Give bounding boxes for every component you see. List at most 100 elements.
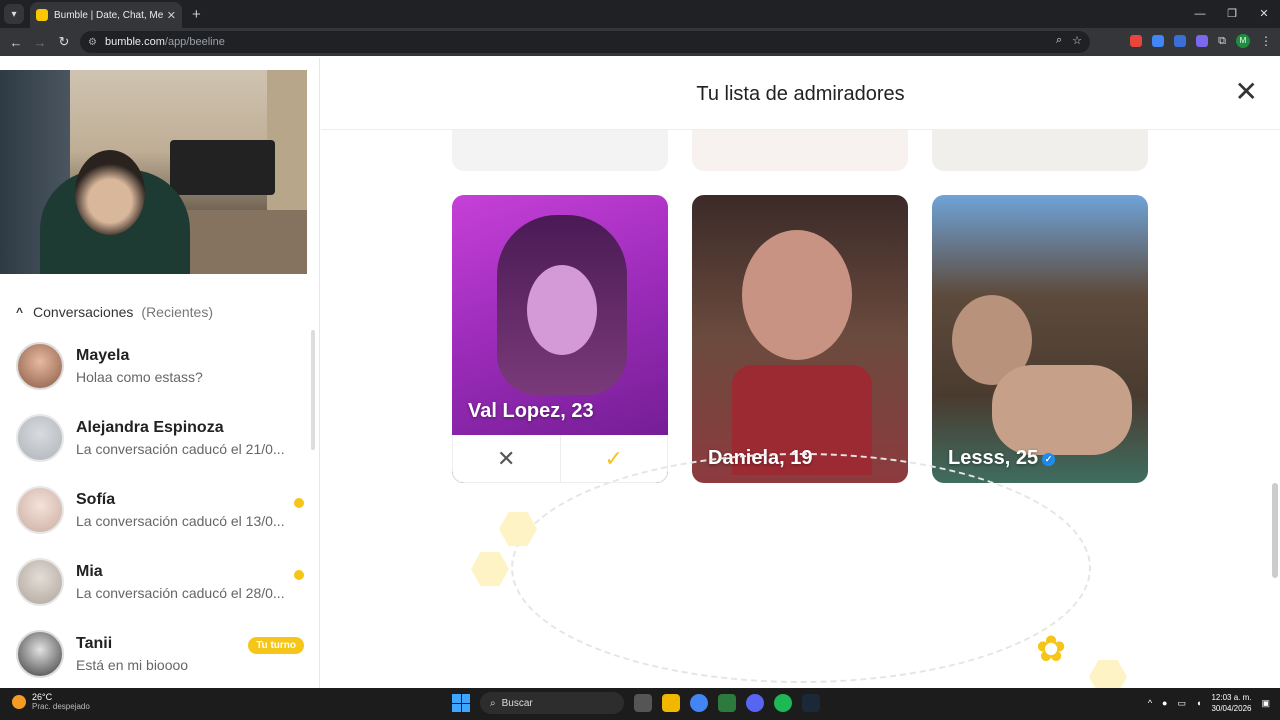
spotify-icon[interactable] [774, 694, 792, 712]
conversations-title: Conversaciones [33, 304, 134, 320]
avatar [16, 486, 64, 534]
browser-tab[interactable]: Bumble | Date, Chat, Meet New ✕ [30, 2, 182, 28]
unread-dot [294, 570, 304, 580]
xbox-icon[interactable] [718, 694, 736, 712]
browser-tab-bar: ▾ Bumble | Date, Chat, Meet New ✕ + — ❐ … [0, 0, 1280, 28]
profile-card[interactable]: Lesss, 25 ✓ [932, 195, 1148, 483]
bee-icon: ✿ [1036, 628, 1067, 669]
conversations-header[interactable]: ^ Conversaciones (Recientes) [16, 304, 213, 320]
profile-photo [742, 230, 852, 360]
conversation-name: Alejandra Espinoza [76, 419, 224, 436]
reload-icon[interactable]: ↻ [52, 34, 76, 50]
network-icon[interactable]: ▭ [1177, 698, 1186, 709]
reject-button[interactable]: ✕ [453, 435, 561, 482]
task-view-icon[interactable] [634, 694, 652, 712]
extensions-area: ⧉ M ⋮ [1130, 34, 1272, 48]
chevron-up-icon[interactable]: ^ [16, 305, 23, 319]
weather-widget[interactable]: 26°C Prac. despejado [12, 692, 90, 711]
back-icon[interactable]: ← [4, 35, 28, 50]
extension-icon[interactable] [1130, 35, 1143, 47]
conversation-message: La conversación caducó el 21/0... [76, 441, 285, 457]
extensions-puzzle-icon[interactable]: ⧉ [1218, 35, 1226, 48]
microphone-icon[interactable]: ● [1162, 698, 1167, 708]
extension-icon[interactable] [1174, 35, 1187, 47]
site-info-icon[interactable]: ⚙ [88, 37, 97, 48]
search-placeholder: Buscar [501, 697, 533, 709]
clock[interactable]: 12:03 a. m. 30/04/2026 [1211, 692, 1251, 714]
steam-icon[interactable] [802, 694, 820, 712]
conversation-item[interactable]: Mayela Holaa como estass? [0, 330, 319, 402]
conversation-name: Sofía [76, 491, 116, 508]
menu-kebab-icon[interactable]: ⋮ [1260, 34, 1272, 48]
avatar [16, 342, 64, 390]
minimize-icon[interactable]: — [1184, 0, 1216, 28]
taskbar-search[interactable]: ⌕ Buscar [480, 692, 624, 714]
temperature: 26°C [32, 692, 53, 702]
tab-close-icon[interactable]: ✕ [167, 9, 176, 22]
conversations-filter[interactable]: (Recientes) [141, 304, 213, 320]
profile-name-text: Lesss, 25 [948, 447, 1039, 469]
verified-check-icon: ✓ [1042, 453, 1056, 466]
taskbar-apps: ⌕ Buscar [452, 692, 820, 714]
url-text: bumble.com/app/beeline [105, 36, 225, 48]
system-tray: ^ ● ▭ ◖ 12:03 a. m. 30/04/2026 ▣ [1148, 692, 1270, 714]
date-text: 30/04/2026 [1211, 704, 1252, 713]
windows-start-icon[interactable] [452, 694, 470, 712]
conversation-item[interactable]: Sofía La conversación caducó el 13/0... [0, 474, 319, 546]
avatar [16, 414, 64, 462]
profile-card[interactable]: Val Lopez, 23 ✕ ✓ [452, 195, 668, 483]
main-scrollbar[interactable] [1272, 483, 1278, 578]
conversation-name: Mayela [76, 347, 130, 364]
chevron-up-icon[interactable]: ^ [1148, 698, 1152, 708]
zoom-icon[interactable]: ⌕ [1056, 34, 1062, 47]
weather-text: Prac. despejado [32, 702, 90, 711]
conversation-list: Mayela Holaa como estass? Alejandra Espi… [0, 330, 319, 688]
profile-body [992, 365, 1132, 455]
bookmark-star-icon[interactable]: ☆ [1072, 34, 1082, 47]
profile-avatar[interactable]: M [1236, 34, 1250, 48]
tab-title: Bumble | Date, Chat, Meet New [54, 9, 163, 21]
tab-search-icon[interactable]: ▾ [4, 4, 24, 24]
profile-face [527, 265, 597, 355]
chrome-icon[interactable] [690, 694, 708, 712]
conversation-item[interactable]: Mia La conversación caducó el 28/0... [0, 546, 319, 618]
time-text: 12:03 a. m. [1211, 693, 1252, 702]
volume-icon[interactable]: ◖ [1196, 698, 1201, 708]
profile-card[interactable]: Daniela, 19 [692, 195, 908, 483]
conversation-message: La conversación caducó el 13/0... [76, 513, 285, 529]
admirers-panel: Tu lista de admiradores ✕ Val Lopez, 23 … [321, 58, 1280, 688]
window-controls: — ❐ ✕ [1184, 0, 1280, 28]
sidebar-scrollbar[interactable] [311, 330, 315, 450]
hexagon-decoration [1089, 659, 1127, 688]
url-host: bumble.com [104, 36, 165, 48]
page-title: Tu lista de admiradores [696, 83, 905, 105]
avatar [16, 558, 64, 606]
extension-icon[interactable] [1196, 35, 1209, 47]
bumble-favicon-icon [36, 9, 48, 21]
new-tab-icon[interactable]: + [192, 6, 201, 23]
file-explorer-icon[interactable] [662, 694, 680, 712]
browser-toolbar: ← → ↻ ⚙ bumble.com/app/beeline ⌕ ☆ ⧉ M ⋮ [0, 28, 1280, 56]
profile-name-age: Val Lopez, 23 [468, 400, 594, 422]
avatar [16, 630, 64, 678]
conversation-message: Está en mi bioooo [76, 657, 189, 673]
windows-taskbar: 26°C Prac. despejado ⌕ Buscar ^ ● ▭ ◖ 12:… [0, 688, 1280, 720]
conversation-message: La conversación caducó el 28/0... [76, 585, 285, 601]
address-bar[interactable]: ⚙ bumble.com/app/beeline ⌕ ☆ [80, 31, 1090, 53]
discord-icon[interactable] [746, 694, 764, 712]
sun-icon [12, 694, 26, 709]
unread-dot [294, 498, 304, 508]
close-icon[interactable]: ✕ [1235, 78, 1258, 106]
notifications-icon[interactable]: ▣ [1261, 698, 1270, 709]
restore-icon[interactable]: ❐ [1216, 0, 1248, 28]
conversation-item[interactable]: Tanii Está en mi bioooo Tu turno [0, 618, 319, 688]
hexagon-decoration [471, 551, 509, 587]
profile-name-age: Lesss, 25 ✓ [948, 447, 1056, 470]
translate-extension-icon[interactable] [1152, 35, 1165, 47]
forward-icon[interactable]: → [28, 35, 52, 50]
panel-header: Tu lista de admiradores ✕ [321, 58, 1280, 130]
your-turn-badge: Tu turno [248, 637, 304, 654]
window-close-icon[interactable]: ✕ [1248, 0, 1280, 28]
conversation-item[interactable]: Alejandra Espinoza La conversación caduc… [0, 402, 319, 474]
conversation-name: Mia [76, 563, 103, 580]
